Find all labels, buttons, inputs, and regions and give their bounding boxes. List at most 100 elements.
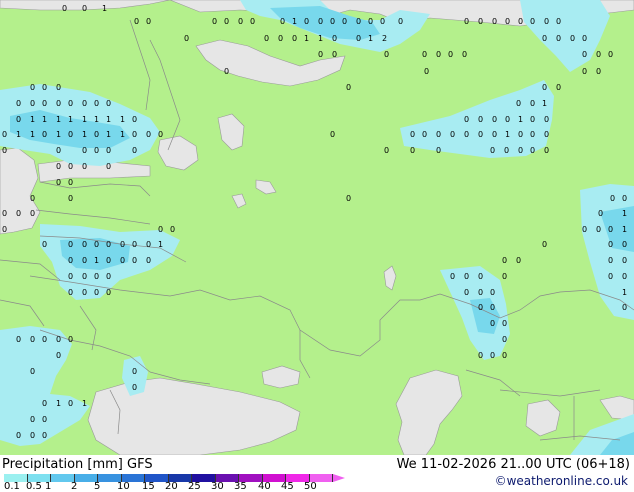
grid-value-label: 0	[2, 225, 7, 234]
grid-value-label: 0	[132, 240, 137, 249]
grid-value-label: 0	[94, 99, 99, 108]
grid-value-label: 0	[464, 272, 469, 281]
grid-value-label: 0	[478, 351, 483, 360]
grid-value-label: 0	[544, 146, 549, 155]
grid-value-label: 0	[450, 130, 455, 139]
grid-value-label: 0	[622, 256, 627, 265]
grid-value-label: 0	[596, 225, 601, 234]
grid-value-label: 0	[492, 17, 497, 26]
grid-value-label: 0	[146, 256, 151, 265]
grid-value-label: 0	[106, 99, 111, 108]
grid-value-label: 0	[622, 303, 627, 312]
grid-value-label: 0	[134, 17, 139, 26]
grid-value-label: 0	[502, 272, 507, 281]
grid-value-label: 0	[184, 34, 189, 43]
grid-value-label: 0	[330, 17, 335, 26]
grid-value-label: 1	[505, 130, 510, 139]
grid-value-label: 0	[502, 256, 507, 265]
grid-value-label: 0	[68, 130, 73, 139]
grid-value-label: 0	[30, 415, 35, 424]
grid-value-label: 0	[424, 67, 429, 76]
grid-value-label: 0	[608, 50, 613, 59]
grid-value-label: 0	[132, 383, 137, 392]
grid-value-label: 0	[622, 194, 627, 203]
grid-value-label: 0	[622, 272, 627, 281]
grid-value-label: 0	[82, 256, 87, 265]
grid-value-label: 1	[82, 399, 87, 408]
grid-value-label: 0	[502, 335, 507, 344]
grid-value-label: 0	[502, 351, 507, 360]
grid-value-label: 0	[398, 17, 403, 26]
grid-value-label: 0	[462, 50, 467, 59]
grid-value-label: 0	[146, 17, 151, 26]
grid-value-label: 0	[422, 130, 427, 139]
precipitation-map[interactable]: 0010000000100000000000000000000110012000…	[0, 0, 634, 455]
grid-value-label: 1	[68, 115, 73, 124]
grid-value-label: 0	[556, 34, 561, 43]
grid-value-label: 0	[356, 17, 361, 26]
grid-value-label: 1	[622, 225, 627, 234]
grid-value-label: 0	[332, 50, 337, 59]
grid-value-label: 0	[502, 319, 507, 328]
credit-link[interactable]: ©weatheronline.co.uk	[495, 474, 628, 488]
grid-value-label: 1	[94, 115, 99, 124]
scale-tick-label: 5	[94, 481, 101, 492]
grid-value-label: 0	[330, 130, 335, 139]
grid-value-label: 0	[544, 17, 549, 26]
grid-value-label: 0	[56, 178, 61, 187]
grid-value-label: 0	[356, 34, 361, 43]
grid-value-label: 0	[464, 115, 469, 124]
grid-value-label: 0	[238, 17, 243, 26]
grid-value-label: 0	[94, 272, 99, 281]
grid-value-label: 0	[94, 130, 99, 139]
grid-value-label: 0	[464, 288, 469, 297]
grid-value-label: 1	[94, 256, 99, 265]
grid-value-label: 1	[30, 130, 35, 139]
scale-tick-label: 2	[71, 481, 78, 492]
grid-value-label: 0	[478, 272, 483, 281]
grid-value-label: 0	[16, 335, 21, 344]
grid-value-label: 0	[368, 17, 373, 26]
grid-value-label: 0	[436, 50, 441, 59]
grid-value-label: 0	[516, 256, 521, 265]
grid-value-label: 0	[224, 17, 229, 26]
map-canvas: 0 0 10 0 0 0 0 0 0 1 0 0 0 0 0 0 0 0 0 0 0 0 0 0 0 00 0 0 0 1 1 0 0 1 2 0 0 0…	[0, 0, 634, 455]
grid-value-label: 0	[68, 194, 73, 203]
grid-value-label: 0	[622, 240, 627, 249]
grid-value-label: 1	[16, 130, 21, 139]
grid-value-label: 0	[530, 17, 535, 26]
grid-value-label: 0	[16, 99, 21, 108]
grid-value-label: 0	[450, 272, 455, 281]
grid-value-label: 0	[132, 256, 137, 265]
grid-value-label: 0	[608, 272, 613, 281]
grid-value-label: 0	[68, 256, 73, 265]
grid-value-label: 0	[478, 288, 483, 297]
grid-value-label: 0	[490, 319, 495, 328]
grid-value-label: 0	[68, 240, 73, 249]
grid-value-label: 1	[102, 4, 107, 13]
grid-value-label: 0	[492, 115, 497, 124]
grid-value-label: 0	[250, 17, 255, 26]
grid-value-label: 0	[56, 83, 61, 92]
grid-value-label: 0	[42, 335, 47, 344]
scale-tick-label: 10	[117, 481, 130, 492]
grid-value-label: 0	[492, 130, 497, 139]
scale-arrow-icon	[333, 474, 345, 482]
grid-value-label: 0	[582, 34, 587, 43]
grid-value-label: 0	[464, 17, 469, 26]
scale-tick-label: 35	[234, 481, 247, 492]
grid-value-label: 0	[410, 130, 415, 139]
grid-value-label: 0	[544, 130, 549, 139]
grid-value-label: 0	[518, 130, 523, 139]
grid-value-label: 0	[30, 335, 35, 344]
grid-value-label: 0	[30, 194, 35, 203]
scale-tick-label: 25	[188, 481, 201, 492]
scale-tick-label: 0.5	[26, 481, 42, 492]
grid-value-label: 0	[346, 194, 351, 203]
grid-value-label: 0	[132, 115, 137, 124]
grid-value-label: 0	[292, 34, 297, 43]
grid-value-label: 0	[82, 99, 87, 108]
grid-value-label: 0	[448, 50, 453, 59]
grid-value-label: 0	[68, 399, 73, 408]
grid-value-label: 1	[56, 130, 61, 139]
